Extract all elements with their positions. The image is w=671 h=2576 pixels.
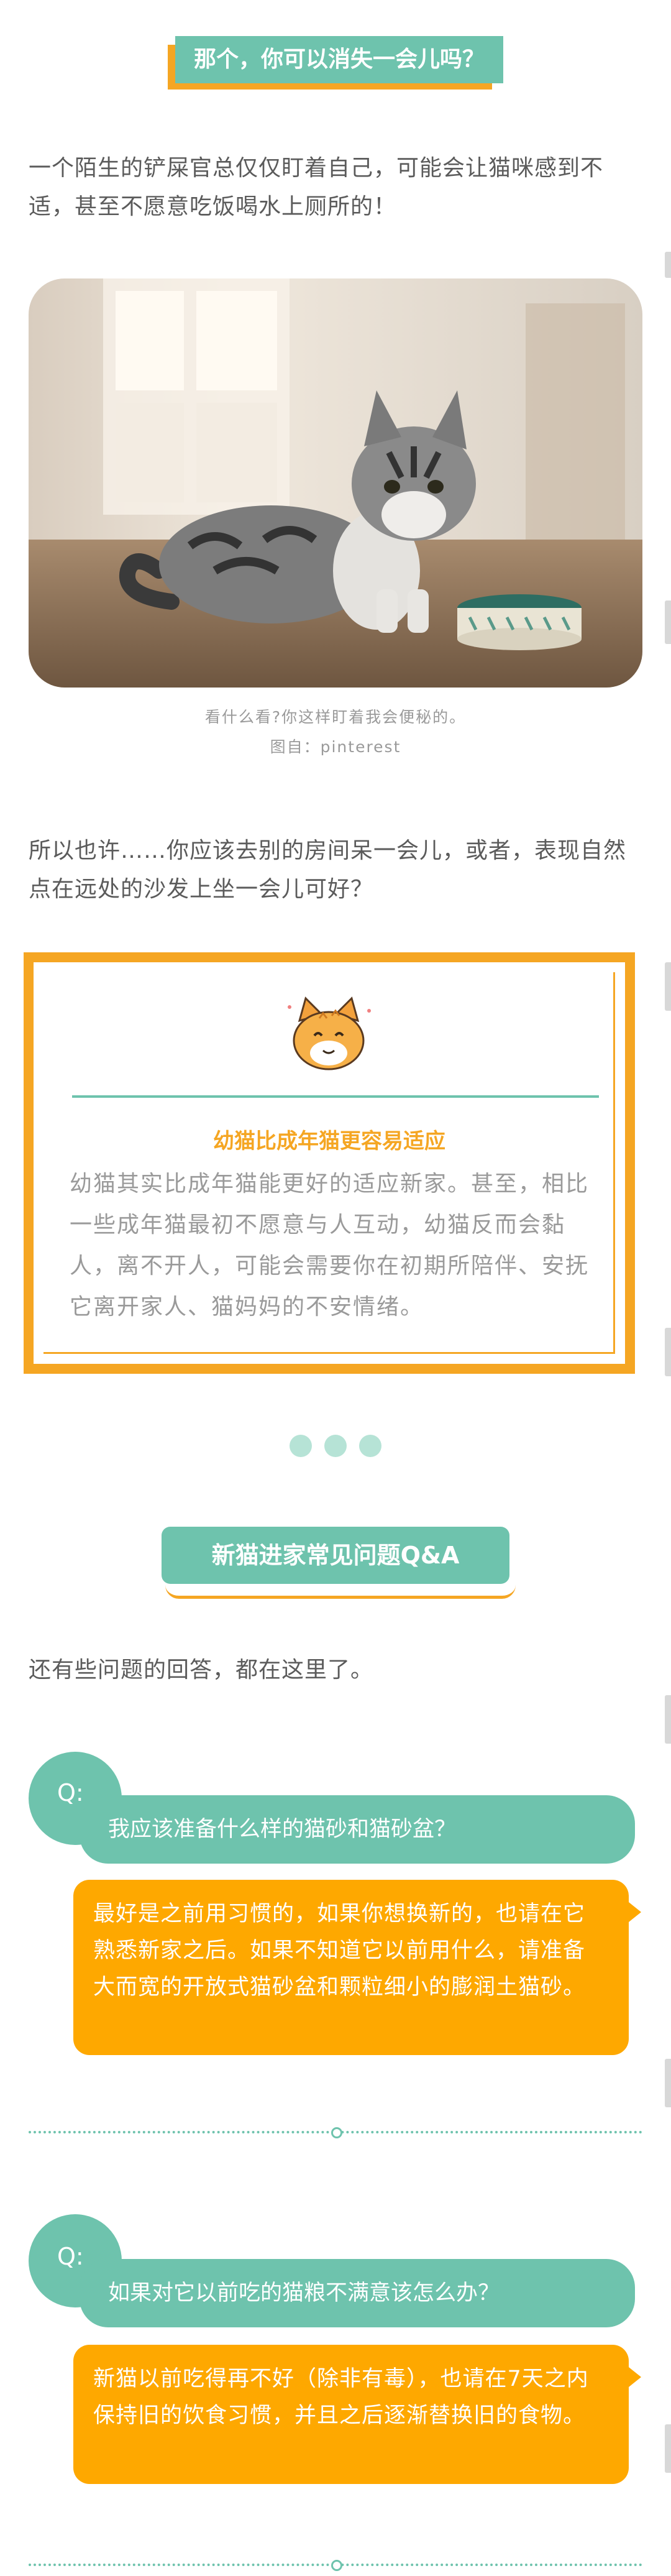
scroll-indicator — [665, 2059, 671, 2107]
section-header-label: 新猫进家常见问题Q&A — [162, 1527, 509, 1584]
divider-dot — [331, 2127, 342, 2138]
answer-arrow — [629, 2367, 641, 2387]
answer-box: 最好是之前用习惯的，如果你想换新的，也请在它熟悉新家之后。如果不知道它以前用什么… — [73, 1880, 629, 2055]
decorative-dot — [359, 1435, 381, 1457]
tip-divider — [72, 1095, 599, 1098]
tip-body: 幼猫其实比成年猫能更好的适应新家。甚至，相比一些成年猫最初不愿意与人互动，幼猫反… — [70, 1171, 590, 1320]
section-title-tag: 那个，你可以消失一会儿吗？ — [168, 36, 503, 90]
scroll-indicator — [665, 252, 671, 278]
q-label: Q: — [57, 2243, 84, 2270]
intro-paragraph: 一个陌生的铲屎官总仅仅盯着自己，可能会让猫咪感到不适，甚至不愿意吃饭喝水上厕所的… — [29, 155, 604, 219]
question-pill: 我应该准备什么样的猫砂和猫砂盆？ — [80, 1795, 635, 1864]
scroll-indicator — [665, 600, 671, 644]
title-tag-text: 那个，你可以消失一会儿吗？ — [175, 36, 503, 83]
answer-arrow — [629, 1902, 641, 1922]
scroll-indicator — [665, 2424, 671, 2473]
scroll-indicator — [665, 1328, 671, 1376]
answer-box: 新猫以前吃得再不好（除非有毒），也请在7天之内保持旧的饮食习惯，并且之后逐渐替换… — [73, 2345, 629, 2484]
photo-caption: 看什么看?你这样盯着我会便秘的。 — [204, 708, 467, 726]
decorative-dot — [290, 1435, 312, 1457]
q-label: Q: — [57, 1779, 84, 1806]
section-intro: 还有些问题的回答，都在这里了。 — [29, 1657, 374, 1683]
scroll-indicator — [665, 962, 671, 1011]
tip-heading: 幼猫比成年猫更容易适应 — [213, 1129, 445, 1154]
cat-photo-illustration — [29, 278, 642, 688]
scroll-indicator — [665, 1695, 671, 1744]
second-paragraph: 所以也许……你应该去别的房间呆一会儿，或者，表现自然点在远处的沙发上坐一会儿可好… — [29, 838, 627, 902]
section-header: 新猫进家常见问题Q&A — [162, 1527, 516, 1599]
divider-dot — [331, 2560, 342, 2571]
question-pill: 如果对它以前吃的猫粮不满意该怎么办？ — [80, 2259, 635, 2327]
photo-credit: 图自：pinterest — [270, 738, 401, 756]
tip-box: 幼猫比成年猫更容易适应 幼猫其实比成年猫能更好的适应新家。甚至，相比一些成年猫最… — [24, 952, 635, 1374]
decorative-dot — [324, 1435, 347, 1457]
cat-photo — [29, 278, 642, 688]
section-header-underline — [165, 1583, 516, 1599]
cat-face-icon — [288, 996, 371, 1070]
